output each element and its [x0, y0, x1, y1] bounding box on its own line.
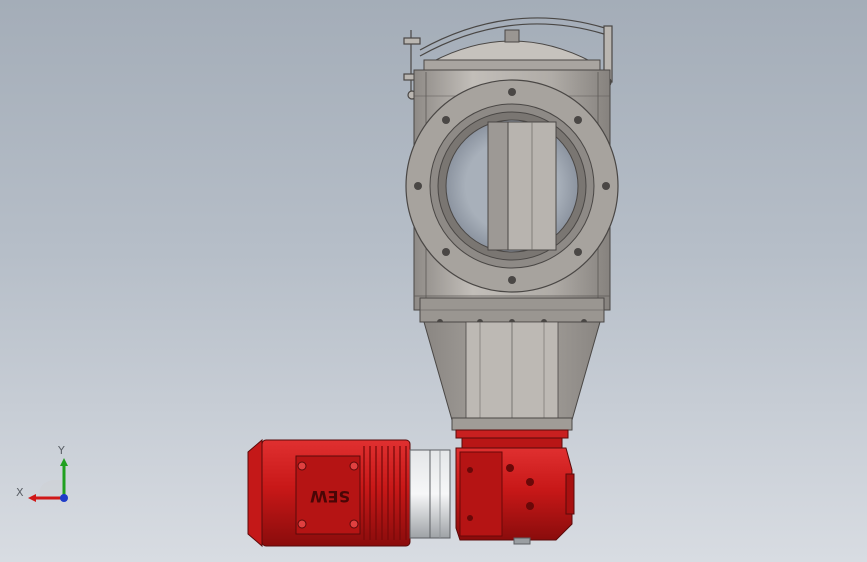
inlet-flange: [405, 79, 619, 293]
top-cover: [423, 29, 601, 73]
z-axis-dot: [60, 494, 68, 502]
valve-model: SEW: [247, 17, 619, 548]
y-axis-label: Y: [57, 444, 65, 457]
orientation-triad: Y X: [16, 444, 68, 502]
x-axis-arrow: [28, 494, 36, 502]
drive-coupling: [455, 429, 569, 451]
adapter-collar: [409, 449, 451, 539]
lower-flange-band: [419, 297, 605, 325]
electric-motor: SEW: [247, 438, 411, 548]
y-axis-arrow: [60, 458, 68, 466]
motor-brand-logo: SEW: [310, 487, 350, 506]
cone-hopper: [423, 321, 601, 431]
cad-viewport[interactable]: SEW Y X: [0, 0, 867, 562]
x-axis-label: X: [16, 486, 24, 499]
gearbox: [455, 447, 575, 545]
